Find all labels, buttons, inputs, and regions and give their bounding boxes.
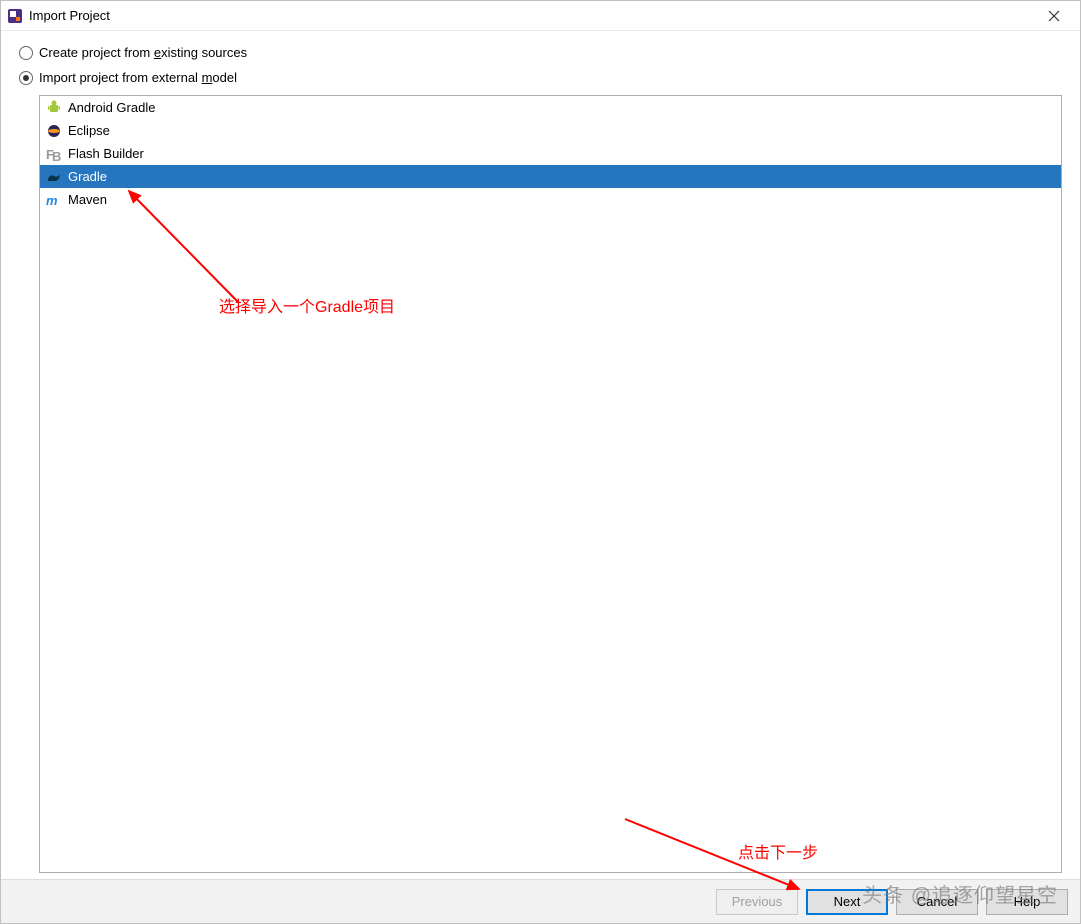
eclipse-icon xyxy=(46,123,62,139)
model-label: Android Gradle xyxy=(68,100,155,115)
model-label: Gradle xyxy=(68,169,107,184)
cancel-button[interactable]: Cancel xyxy=(896,889,978,915)
app-icon xyxy=(7,8,23,24)
dialog-content: Create project from existing sources Imp… xyxy=(1,31,1080,879)
model-label: Flash Builder xyxy=(68,146,144,161)
model-label: Maven xyxy=(68,192,107,207)
radio-label-external: Import project from external model xyxy=(39,70,237,85)
help-button[interactable]: Help xyxy=(986,889,1068,915)
titlebar: Import Project xyxy=(1,1,1080,31)
dialog-footer: Previous Next Cancel Help xyxy=(1,879,1080,923)
radio-icon xyxy=(19,71,33,85)
model-label: Eclipse xyxy=(68,123,110,138)
close-button[interactable] xyxy=(1034,2,1074,30)
model-list[interactable]: Android Gradle Eclipse FB Flash Builder … xyxy=(39,95,1062,873)
gradle-icon xyxy=(46,169,62,185)
import-project-dialog: Import Project Create project from exist… xyxy=(0,0,1081,924)
radio-icon xyxy=(19,46,33,60)
model-item-eclipse[interactable]: Eclipse xyxy=(40,119,1061,142)
next-button[interactable]: Next xyxy=(806,889,888,915)
window-title: Import Project xyxy=(29,8,1034,23)
flashbuilder-icon: FB xyxy=(46,146,62,162)
svg-text:B: B xyxy=(52,149,61,162)
model-item-gradle[interactable]: Gradle xyxy=(40,165,1061,188)
android-icon xyxy=(46,100,62,116)
model-item-flash-builder[interactable]: FB Flash Builder xyxy=(40,142,1061,165)
radio-import-external-model[interactable]: Import project from external model xyxy=(19,70,1062,85)
previous-button: Previous xyxy=(716,889,798,915)
radio-create-from-existing[interactable]: Create project from existing sources xyxy=(19,45,1062,60)
svg-text:m: m xyxy=(46,193,58,208)
model-item-android-gradle[interactable]: Android Gradle xyxy=(40,96,1061,119)
model-item-maven[interactable]: m Maven xyxy=(40,188,1061,211)
maven-icon: m xyxy=(46,192,62,208)
radio-label-existing: Create project from existing sources xyxy=(39,45,247,60)
next-label: Next xyxy=(834,894,861,909)
close-icon xyxy=(1048,10,1060,22)
